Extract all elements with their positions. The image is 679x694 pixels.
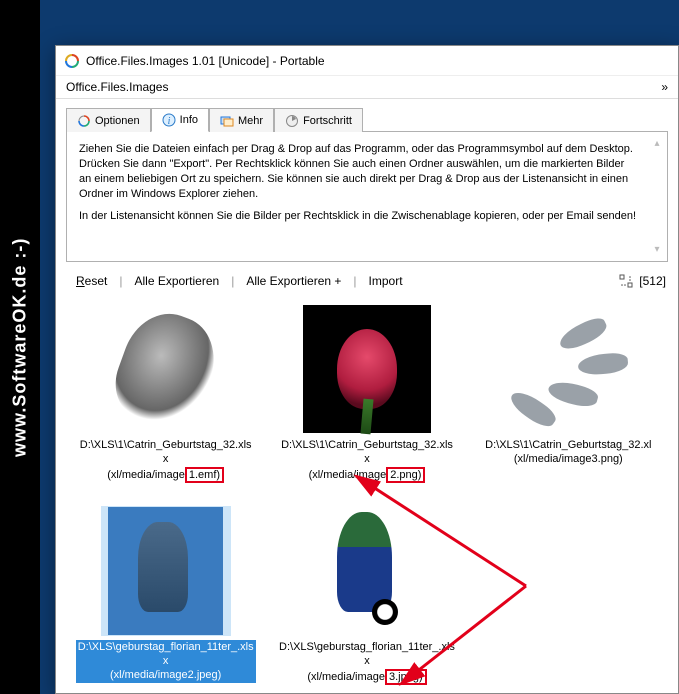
thumbnail-caption: D:\XLS\geburstag_florian_11ter_.xlsx (xl… [76, 640, 256, 683]
highlight-box: 3.jpeg) [385, 669, 427, 685]
info-text: Ziehen Sie die Dateien einfach per Drag … [79, 142, 655, 224]
app-icon [64, 53, 80, 69]
separator: | [227, 274, 238, 288]
tab-label: Mehr [238, 115, 263, 127]
thumbnail-grid: D:\XLS\1\Catrin_Geburtstag_32.xlsx (xl/m… [56, 296, 678, 693]
tab-fortschritt[interactable]: Fortschritt [274, 108, 363, 132]
progress-icon [285, 114, 299, 128]
highlight-box: 1.emf) [185, 467, 224, 483]
info-paragraph-2: In der Listenansicht können Sie die Bild… [79, 209, 637, 224]
thumbnail-caption: D:\XLS\1\Catrin_Geburtstag_32.xl (xl/med… [483, 438, 653, 468]
scroll-up-icon: ▴ [654, 138, 659, 149]
scroll-down-icon: ▾ [654, 244, 659, 255]
info-icon: i [162, 113, 176, 127]
info-scrollbar[interactable]: ▴ ▾ [651, 138, 663, 255]
more-icon [220, 114, 234, 128]
window-title: Office.Files.Images 1.01 [Unicode] - Por… [86, 54, 325, 68]
thumbnail-image [302, 304, 432, 434]
reset-button[interactable]: Reset [68, 272, 115, 290]
info-panel: Ziehen Sie die Dateien einfach per Drag … [66, 132, 668, 262]
list-item[interactable]: D:\XLS\geburstag_florian_11ter_.xlsx (xl… [267, 502, 466, 693]
thumbnail-caption: D:\XLS\1\Catrin_Geburtstag_32.xlsx (xl/m… [76, 438, 256, 484]
tab-label: Optionen [95, 115, 140, 127]
import-button[interactable]: Import [361, 272, 411, 290]
tab-label: Info [180, 114, 198, 126]
tab-info[interactable]: i Info [151, 108, 209, 132]
separator: | [349, 274, 360, 288]
thumbnail-caption: D:\XLS\1\Catrin_Geburtstag_32.xlsx (xl/m… [277, 438, 457, 484]
info-paragraph-1: Ziehen Sie die Dateien einfach per Drag … [79, 142, 637, 201]
tab-mehr[interactable]: Mehr [209, 108, 274, 132]
action-toolbar: Reset | Alle Exportieren | Alle Exportie… [56, 262, 678, 296]
svg-text:i: i [167, 116, 170, 127]
thumbnail-image [101, 304, 231, 434]
list-item[interactable]: D:\XLS\1\Catrin_Geburtstag_32.xl (xl/med… [469, 300, 668, 500]
menubar: Office.Files.Images » [56, 76, 678, 99]
thumbnail-size-icon[interactable] [619, 274, 633, 288]
tab-row: Optionen i Info Mehr [66, 107, 668, 132]
highlight-box: 2.png) [386, 467, 425, 483]
list-item[interactable]: D:\XLS\1\Catrin_Geburtstag_32.xlsx (xl/m… [66, 300, 265, 500]
thumbnail-size-value: [512] [639, 274, 666, 288]
tab-label: Fortschritt [303, 115, 352, 127]
list-item[interactable]: D:\XLS\geburstag_florian_11ter_.xlsx (xl… [66, 502, 265, 693]
tabs-area: Optionen i Info Mehr [56, 99, 678, 262]
list-item[interactable]: D:\XLS\1\Catrin_Geburtstag_32.xlsx (xl/m… [267, 300, 466, 500]
thumbnail-caption: D:\XLS\geburstag_florian_11ter_.xlsx (xl… [277, 640, 457, 686]
watermark-sidebar: www.SoftwareOK.de :-) [0, 0, 40, 694]
thumbnail-image [302, 506, 432, 636]
menu-app-name[interactable]: Office.Files.Images [66, 80, 168, 94]
tab-optionen[interactable]: Optionen [66, 108, 151, 132]
options-icon [77, 114, 91, 128]
app-window: Office.Files.Images 1.01 [Unicode] - Por… [55, 45, 679, 694]
watermark-text: www.SoftwareOK.de :-) [10, 237, 31, 456]
export-all-plus-button[interactable]: Alle Exportieren + [238, 272, 349, 290]
export-all-button[interactable]: Alle Exportieren [126, 272, 227, 290]
menu-more-indicator[interactable]: » [661, 80, 668, 94]
separator: | [115, 274, 126, 288]
thumbnail-image [503, 304, 633, 434]
titlebar: Office.Files.Images 1.01 [Unicode] - Por… [56, 46, 678, 76]
thumbnail-image [101, 506, 231, 636]
